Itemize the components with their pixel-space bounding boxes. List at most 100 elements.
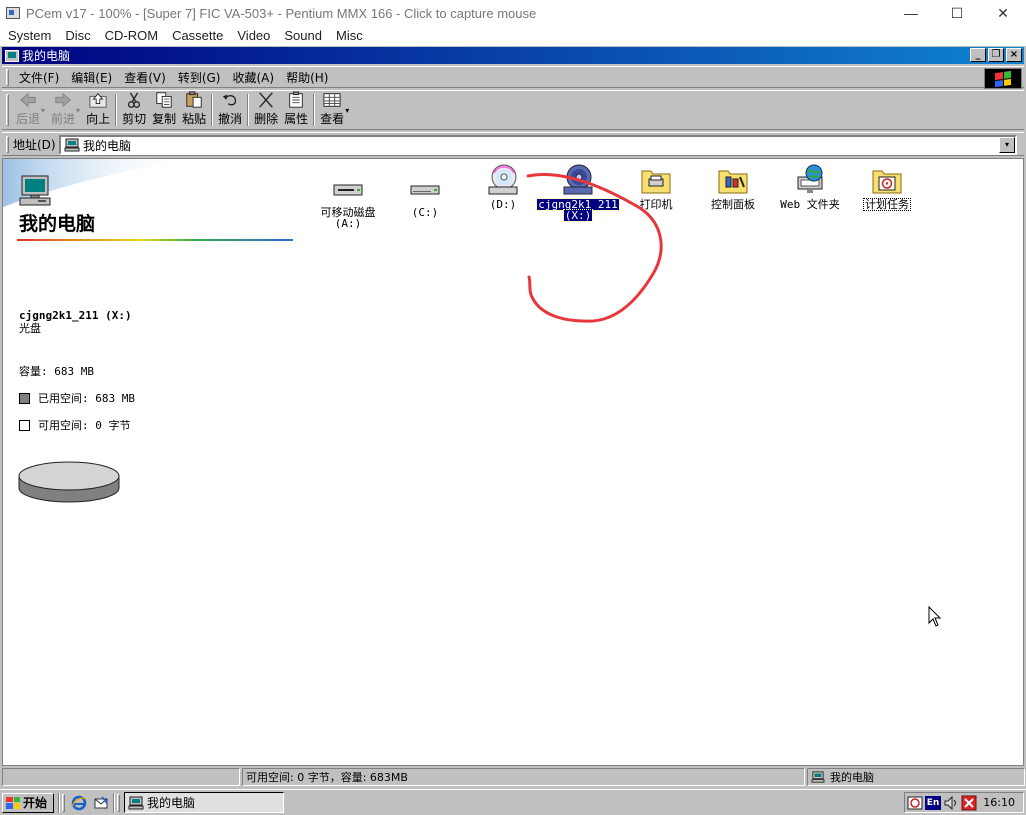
status-cell-space: 可用空间: 0 字节，容量: 683MB — [242, 768, 805, 786]
host-minimize-button[interactable]: — — [888, 0, 934, 26]
copy-button[interactable]: 复制 — [149, 91, 179, 129]
minimize-button[interactable]: _ — [970, 48, 986, 62]
views-grid-icon — [323, 93, 341, 107]
drive-icon-removable[interactable]: 可移动磁盘 (A:) — [310, 171, 386, 229]
control-panel-icon — [718, 170, 748, 194]
outlook-express-icon[interactable] — [93, 795, 109, 811]
folder-content-area[interactable]: 我的电脑 cjgng2k1_211 (X:) 光盘 容量: 683 MB 已用空… — [2, 158, 1024, 766]
menu-file[interactable]: 文件(F) — [13, 69, 65, 86]
explorer-titlebar: 我的电脑 _ ❐ × — [2, 47, 1024, 64]
my-computer-large-icon — [19, 175, 51, 206]
volume-speaker-icon[interactable] — [943, 795, 959, 811]
copy-icon — [156, 92, 172, 108]
used-space-swatch — [19, 392, 30, 404]
up-folder-icon — [89, 92, 107, 108]
menu-edit[interactable]: 编辑(E) — [65, 69, 118, 86]
back-dropdown[interactable]: ▾ — [41, 106, 45, 115]
properties-button[interactable]: 属性 — [281, 91, 311, 129]
cut-button[interactable]: 剪切 — [119, 91, 149, 129]
explorer-menubar: 文件(F) 编辑(E) 查看(V) 转到(G) 收藏(A) 帮助(H) — [2, 66, 1024, 89]
drive-icon-c[interactable]: (C:) — [387, 171, 463, 218]
menu-view[interactable]: 查看(V) — [118, 69, 172, 86]
drive-label-d: (D:) — [489, 198, 517, 211]
drive-capacity: 容量: 683 MB — [19, 365, 94, 378]
back-label: 后退 — [16, 112, 41, 126]
host-menu-video[interactable]: Video — [230, 28, 277, 43]
quicklaunch-grip[interactable] — [62, 793, 65, 812]
taskbar-button-my-computer[interactable]: 我的电脑 — [124, 792, 284, 813]
host-maximize-button[interactable]: ☐ — [934, 0, 980, 26]
menubar-grip[interactable] — [6, 68, 9, 86]
internet-explorer-icon[interactable] — [71, 795, 87, 811]
address-bar: 地址(D) 我的电脑 ▾ — [2, 132, 1024, 156]
my-computer-small-icon — [5, 49, 19, 62]
free-space-swatch — [19, 419, 30, 431]
taskbar-separator — [58, 792, 60, 813]
drive-icon-d[interactable]: (D:) — [465, 163, 541, 210]
forward-button[interactable]: 前进 — [48, 91, 78, 129]
host-menu-cdrom[interactable]: CD-ROM — [98, 28, 165, 43]
up-button[interactable]: 向上 — [83, 91, 113, 129]
delete-label: 删除 — [254, 112, 279, 126]
host-title-text: PCem v17 - 100% - [Super 7] FIC VA-503+ … — [26, 5, 537, 21]
ime-tray-icon[interactable] — [961, 795, 977, 811]
delete-button[interactable]: 删除 — [251, 91, 281, 129]
taskbuttons-grip[interactable] — [117, 793, 120, 812]
toolbar-separator — [313, 94, 316, 126]
start-button[interactable]: 开始 — [2, 792, 54, 813]
views-dropdown[interactable]: ▾ — [345, 106, 349, 115]
paste-button[interactable]: 粘贴 — [179, 91, 209, 129]
folder-label-web-folders: Web 文件夹 — [780, 198, 840, 211]
input-language-indicator[interactable]: En — [925, 795, 941, 810]
start-label: 开始 — [23, 796, 48, 810]
addressbar-grip[interactable] — [6, 135, 9, 153]
host-titlebar: PCem v17 - 100% - [Super 7] FIC VA-503+ … — [0, 0, 1026, 26]
system-tray: En 16:10 — [904, 792, 1024, 813]
back-button[interactable]: 后退 — [13, 91, 43, 129]
views-button[interactable]: 查看 — [317, 91, 347, 129]
address-value: 我的电脑 — [83, 138, 132, 153]
host-close-button[interactable]: ✕ — [980, 0, 1026, 26]
address-input[interactable]: 我的电脑 ▾ — [59, 135, 1017, 155]
undo-arrow-icon — [222, 94, 237, 106]
folder-label-control-panel: 控制面板 — [711, 198, 755, 211]
toolbar-separator — [211, 94, 214, 126]
tray-clock[interactable]: 16:10 — [983, 796, 1015, 809]
drive-label-x-letter: (X:) — [562, 209, 594, 222]
host-menu-cassette[interactable]: Cassette — [165, 28, 230, 43]
close-button[interactable]: × — [1006, 48, 1022, 62]
guest-screen: 我的电脑 _ ❐ × 文件(F) 编辑(E) 查看(V) 转到(G) 收藏(A)… — [0, 46, 1026, 815]
restore-button[interactable]: ❐ — [988, 48, 1004, 62]
host-window-controls: — ☐ ✕ — [888, 0, 1026, 26]
folder-icon-printers[interactable]: 打印机 — [618, 163, 694, 210]
forward-dropdown[interactable]: ▾ — [76, 106, 80, 115]
folder-icon-web-folders[interactable]: Web 文件夹 — [772, 163, 848, 210]
task-scheduler-tray-icon[interactable] — [907, 795, 923, 811]
folder-icon-scheduled-tasks[interactable]: 计划任务 — [849, 163, 925, 211]
toolbar-grip[interactable] — [6, 94, 9, 126]
printers-folder-icon — [641, 170, 671, 194]
host-menu-sound[interactable]: Sound — [277, 28, 329, 43]
forward-arrow-icon — [55, 92, 71, 108]
menu-help[interactable]: 帮助(H) — [280, 69, 334, 86]
folder-label-printers: 打印机 — [639, 198, 673, 211]
folder-icon-control-panel[interactable]: 控制面板 — [695, 163, 771, 210]
menu-go[interactable]: 转到(G) — [172, 69, 227, 86]
host-menu-disc[interactable]: Disc — [58, 28, 97, 43]
window-title: 我的电脑 — [22, 49, 71, 63]
scissors-icon — [128, 92, 141, 108]
undo-button[interactable]: 撤消 — [215, 91, 245, 129]
folder-label-scheduled-tasks: 计划任务 — [863, 198, 911, 211]
disk-usage-used-slice — [18, 461, 120, 491]
used-space-label: 已用空间: 683 MB — [38, 392, 135, 405]
host-menu-misc[interactable]: Misc — [329, 28, 370, 43]
host-menu-system[interactable]: System — [0, 28, 58, 43]
properties-label: 属性 — [284, 112, 309, 126]
menu-favorites[interactable]: 收藏(A) — [226, 69, 280, 86]
cd-drive-icon — [563, 164, 593, 195]
cd-drive-icon — [488, 164, 518, 195]
drive-icon-x[interactable]: cjgng2k1_211 (X:) — [536, 163, 620, 222]
disk-usage-pie — [18, 461, 120, 503]
address-dropdown-button[interactable]: ▾ — [999, 137, 1015, 153]
scheduled-tasks-icon — [872, 170, 902, 194]
